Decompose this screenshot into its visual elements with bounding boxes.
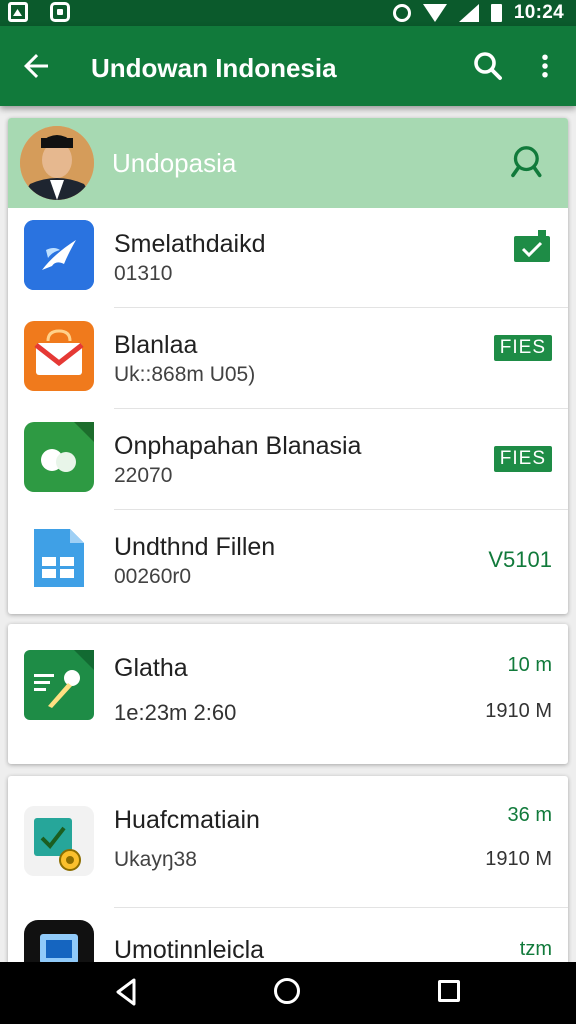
alarm-icon	[392, 4, 411, 22]
wifi-icon	[422, 4, 447, 22]
app-list-card: Huafcmatiain Ukayŋ38 36 m 1910 M Umotinn…	[8, 776, 568, 976]
nav-home-icon[interactable]	[274, 978, 300, 1004]
list-item[interactable]: Onphapahan Blanasia 22070 FIES	[8, 410, 568, 510]
signal-icon	[458, 4, 479, 22]
divider	[114, 408, 568, 409]
app-title: Undowan Indonesia	[91, 53, 337, 83]
search-icon[interactable]	[508, 142, 548, 182]
list-item-title: Blanlaa	[114, 331, 198, 359]
list-item[interactable]: Undthnd Fillen 00260r0 V5101	[8, 511, 568, 611]
list-item-title: Smelathdaikd	[114, 230, 266, 258]
card-header-title: Undopasia	[112, 148, 237, 178]
list-item-title: Undthnd Fillen	[114, 533, 276, 561]
list-item-subtitle: 01310	[114, 262, 173, 285]
more-vert-icon[interactable]	[530, 48, 560, 84]
card-title: Glatha	[114, 654, 188, 682]
divider	[114, 509, 568, 510]
card-meta-size: 1910 M	[485, 700, 552, 722]
files-badge[interactable]: FIES	[493, 335, 552, 361]
edit-app-icon	[24, 650, 94, 720]
clock: 10:24	[513, 2, 564, 23]
list-item-meta-size: 1910 M	[485, 848, 552, 870]
card-meta-time: 10 m	[507, 654, 552, 676]
list-item-meta-time: 36 m	[507, 804, 552, 826]
mail-app-icon	[24, 321, 94, 391]
avatar[interactable]	[20, 126, 94, 200]
nav-back-icon[interactable]	[110, 976, 142, 1008]
list-item-title: Huafcmatiain	[114, 806, 260, 834]
card-header: Undopasia	[8, 118, 568, 208]
search-icon[interactable]	[470, 48, 506, 84]
divider	[114, 307, 568, 308]
files-badge[interactable]: FIES	[493, 446, 552, 472]
message-notification-icon	[50, 2, 70, 22]
list-item[interactable]: Smelathdaikd 01310	[8, 208, 568, 308]
list-item-subtitle: Uk::868m U05)	[114, 363, 256, 386]
blue-app-icon	[24, 220, 94, 290]
list-item-subtitle: 22070	[114, 464, 173, 487]
list-item-title: Onphapahan Blanasia	[114, 432, 362, 460]
task-app-icon	[24, 806, 94, 876]
list-item-subtitle: 00260r0	[114, 565, 192, 588]
list-item[interactable]: Huafcmatiain Ukayŋ38 36 m 1910 M	[8, 776, 568, 908]
green-chat-app-icon	[24, 422, 94, 492]
app-card[interactable]: Glatha 1e:23m 2:60 10 m 1910 M	[8, 624, 568, 764]
card-subtitle: 1e:23m 2:60	[114, 700, 237, 725]
list-item-subtitle: Ukayŋ38	[114, 848, 197, 871]
list-item-meta: V5101	[488, 547, 552, 572]
battery-icon	[490, 4, 502, 22]
status-bar: 10:24	[0, 0, 576, 26]
sheets-app-icon	[24, 523, 94, 593]
list-item[interactable]: Blanlaa Uk::868m U05) FIES	[8, 309, 568, 409]
list-item-meta-time: tzm	[519, 938, 552, 960]
app-list-card: Undopasia Smelathdaikd 01310 Blanlaa Uk:…	[8, 118, 568, 614]
nav-recents-icon[interactable]	[438, 980, 460, 1002]
navigation-bar	[0, 962, 576, 1024]
app-bar: Undowan Indonesia	[0, 26, 576, 106]
back-arrow-icon[interactable]	[18, 48, 54, 84]
image-notification-icon	[8, 2, 28, 22]
check-badge-icon[interactable]	[512, 228, 552, 264]
list-item-title: Umotinnleicla	[114, 936, 265, 964]
